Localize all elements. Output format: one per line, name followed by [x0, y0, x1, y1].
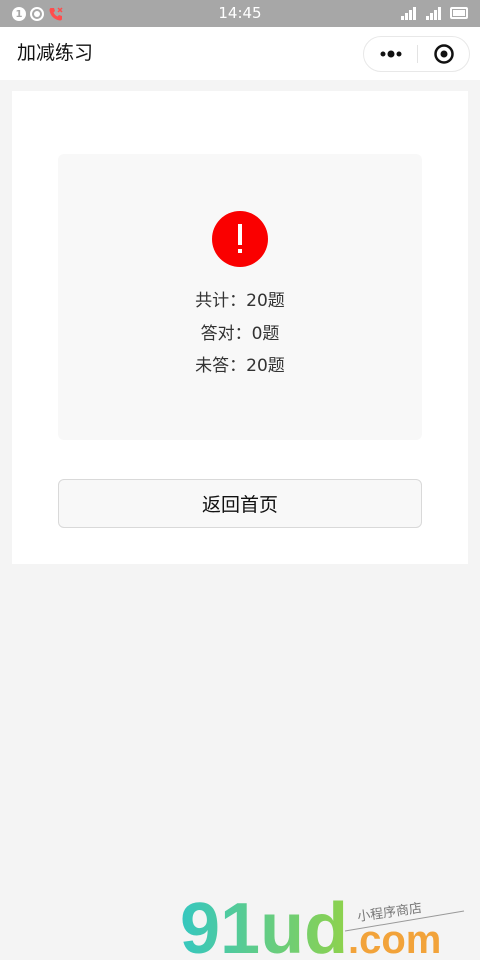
return-home-button[interactable]: 返回首页 — [58, 479, 422, 528]
signal-icon — [426, 7, 441, 20]
total-count-text: 共计：20题 — [195, 291, 285, 311]
content-card: 共计：20题 答对：0题 未答：20题 返回首页 — [12, 91, 468, 564]
more-button[interactable] — [364, 37, 417, 71]
more-dots-icon — [380, 50, 401, 58]
page-title: 加减练习 — [17, 42, 94, 64]
target-close-icon — [434, 44, 454, 64]
watermark: 91ud .com 小程序商店 — [180, 885, 470, 960]
watermark-logo: 91ud .com 小程序商店 — [180, 889, 465, 960]
status-right-icons — [400, 6, 468, 20]
mini-program-capsule — [363, 36, 470, 72]
status-bar: 1 14:45 — [0, 0, 480, 27]
correct-count-text: 答对：0题 — [200, 324, 280, 344]
signal-icon — [401, 7, 416, 20]
battery-icon — [450, 7, 468, 19]
watermark-logo-text: 91ud — [180, 889, 348, 960]
exclamation-icon — [212, 211, 268, 267]
close-button[interactable] — [418, 37, 470, 71]
unanswered-count-text: 未答：20题 — [195, 356, 285, 376]
result-panel: 共计：20题 答对：0题 未答：20题 — [58, 154, 422, 440]
nav-bar: 加减练习 — [0, 27, 480, 80]
